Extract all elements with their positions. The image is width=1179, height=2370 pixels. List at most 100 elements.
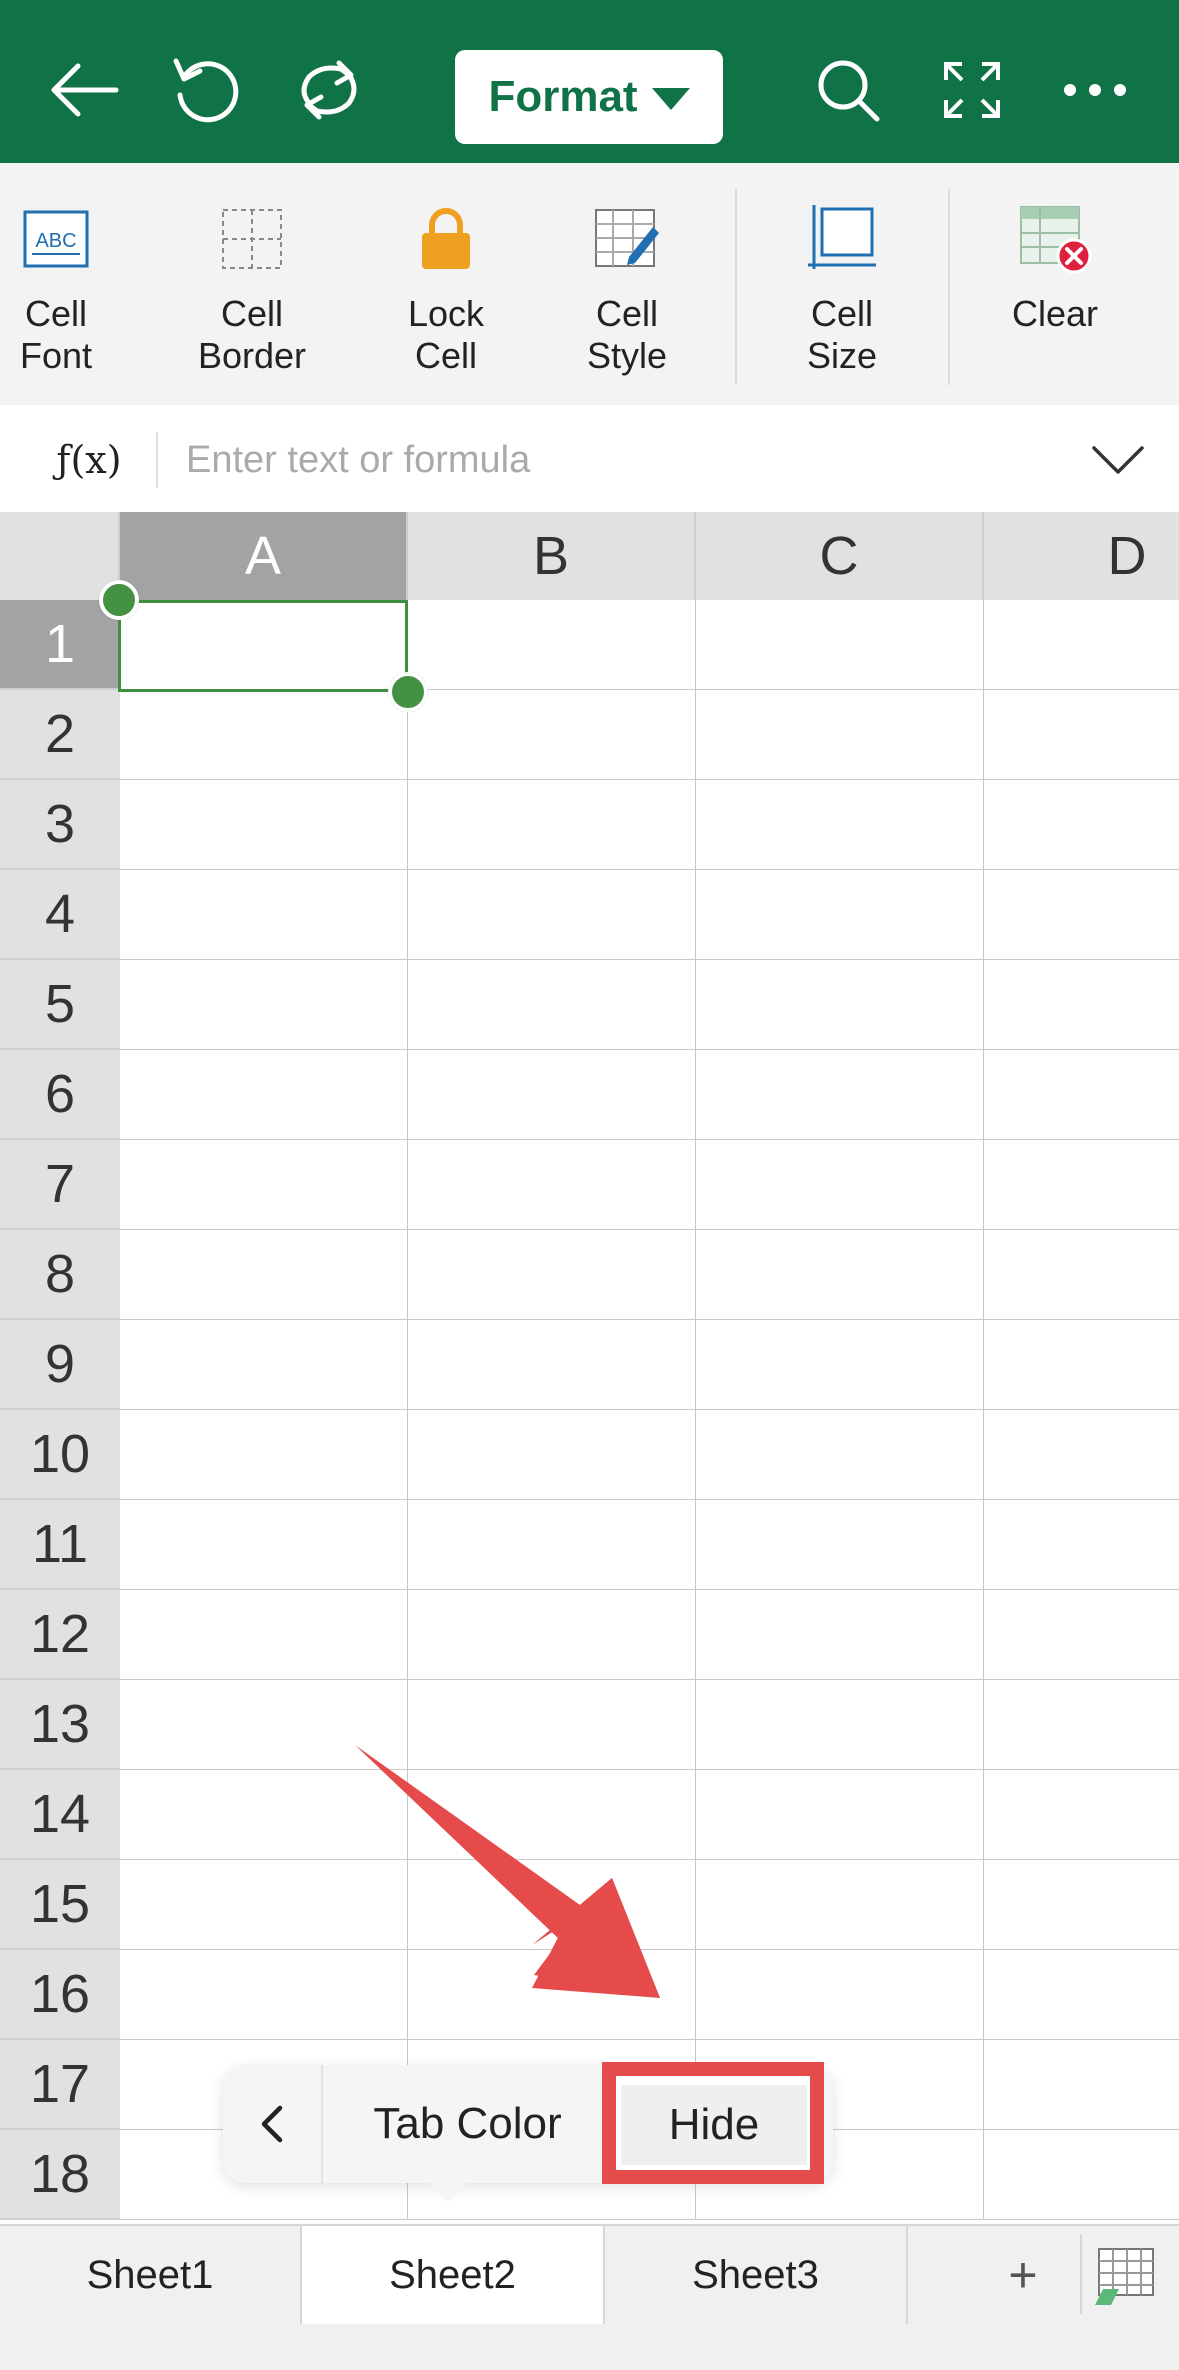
cell-b4[interactable] [408, 870, 696, 960]
cell-d17[interactable] [984, 2040, 1179, 2130]
cell-c9[interactable] [696, 1320, 984, 1410]
undo-icon[interactable] [165, 50, 245, 130]
cell-size-button[interactable]: Cell Size [757, 199, 927, 377]
sheet-tab-sheet3[interactable]: Sheet3 [605, 2226, 908, 2324]
row-header-12[interactable]: 12 [0, 1590, 120, 1680]
cell-c16[interactable] [696, 1950, 984, 2040]
cell-a4[interactable] [120, 870, 408, 960]
cell-d10[interactable] [984, 1410, 1179, 1500]
cell-d9[interactable] [984, 1320, 1179, 1410]
cell-d13[interactable] [984, 1680, 1179, 1770]
format-menu-button[interactable]: Format [455, 50, 723, 144]
cell-d12[interactable] [984, 1590, 1179, 1680]
row-header-6[interactable]: 6 [0, 1050, 120, 1140]
cell-d1[interactable] [984, 600, 1179, 690]
row-header-13[interactable]: 13 [0, 1680, 120, 1770]
cell-b5[interactable] [408, 960, 696, 1050]
cell-d4[interactable] [984, 870, 1179, 960]
cell-d8[interactable] [984, 1230, 1179, 1320]
cell-c7[interactable] [696, 1140, 984, 1230]
cell-a9[interactable] [120, 1320, 408, 1410]
cell-a11[interactable] [120, 1500, 408, 1590]
row-header-15[interactable]: 15 [0, 1860, 120, 1950]
chevron-down-icon[interactable] [1088, 432, 1148, 488]
column-header-b[interactable]: B [408, 512, 696, 600]
cell-b3[interactable] [408, 780, 696, 870]
cell-d11[interactable] [984, 1500, 1179, 1590]
cell-a10[interactable] [120, 1410, 408, 1500]
column-header-c[interactable]: C [696, 512, 984, 600]
fullscreen-icon[interactable] [932, 50, 1012, 130]
cell-b6[interactable] [408, 1050, 696, 1140]
cell-a3[interactable] [120, 780, 408, 870]
cell-font-button[interactable]: ABC Cell Font [0, 199, 141, 377]
more-icon[interactable] [1055, 50, 1135, 130]
cell-a8[interactable] [120, 1230, 408, 1320]
cell-b8[interactable] [408, 1230, 696, 1320]
cell-d3[interactable] [984, 780, 1179, 870]
row-header-11[interactable]: 11 [0, 1500, 120, 1590]
cell-c11[interactable] [696, 1500, 984, 1590]
clear-button[interactable]: Clear [970, 199, 1140, 335]
cell-border-button[interactable]: Cell Border [167, 199, 337, 377]
cell-b10[interactable] [408, 1410, 696, 1500]
cell-c13[interactable] [696, 1680, 984, 1770]
row-header-9[interactable]: 9 [0, 1320, 120, 1410]
row-header-2[interactable]: 2 [0, 690, 120, 780]
cell-b7[interactable] [408, 1140, 696, 1230]
cell-a5[interactable] [120, 960, 408, 1050]
cell-a16[interactable] [120, 1950, 408, 2040]
cell-a12[interactable] [120, 1590, 408, 1680]
cell-b11[interactable] [408, 1500, 696, 1590]
cell-b2[interactable] [408, 690, 696, 780]
grid-keyboard-icon[interactable] [1085, 2236, 1165, 2316]
cell-a2[interactable] [120, 690, 408, 780]
cell-c3[interactable] [696, 780, 984, 870]
cell-a15[interactable] [120, 1860, 408, 1950]
row-header-5[interactable]: 5 [0, 960, 120, 1050]
lock-cell-button[interactable]: Lock Cell [361, 199, 531, 377]
sheet-tab-sheet1[interactable]: Sheet1 [0, 2226, 302, 2324]
cell-d16[interactable] [984, 1950, 1179, 2040]
cell-d2[interactable] [984, 690, 1179, 780]
row-header-10[interactable]: 10 [0, 1410, 120, 1500]
spreadsheet-grid[interactable]: A B C D 1 2 3 4 5 6 7 8 9 10 11 12 13 14 15 16 17 18 [0, 512, 1179, 2224]
selection-handle-bottom-right[interactable] [388, 672, 428, 712]
cell-d15[interactable] [984, 1860, 1179, 1950]
column-header-d[interactable]: D [984, 512, 1179, 600]
back-arrow-icon[interactable] [44, 50, 124, 130]
cell-c1[interactable] [696, 600, 984, 690]
cell-c10[interactable] [696, 1410, 984, 1500]
row-header-16[interactable]: 16 [0, 1950, 120, 2040]
cell-c12[interactable] [696, 1590, 984, 1680]
cell-c14[interactable] [696, 1770, 984, 1860]
column-header-a[interactable]: A [120, 512, 408, 600]
row-header-18[interactable]: 18 [0, 2130, 120, 2220]
select-all-corner[interactable] [0, 512, 120, 600]
row-header-4[interactable]: 4 [0, 870, 120, 960]
cell-b14[interactable] [408, 1770, 696, 1860]
cell-c15[interactable] [696, 1860, 984, 1950]
cell-b16[interactable] [408, 1950, 696, 2040]
row-header-3[interactable]: 3 [0, 780, 120, 870]
tab-color-menu-item[interactable]: Tab Color [325, 2065, 610, 2183]
row-header-14[interactable]: 14 [0, 1770, 120, 1860]
cell-b13[interactable] [408, 1680, 696, 1770]
row-header-8[interactable]: 8 [0, 1230, 120, 1320]
search-icon[interactable] [808, 50, 888, 130]
cell-c4[interactable] [696, 870, 984, 960]
cell-d18[interactable] [984, 2130, 1179, 2220]
cell-c5[interactable] [696, 960, 984, 1050]
redo-icon[interactable] [289, 50, 369, 130]
row-header-7[interactable]: 7 [0, 1140, 120, 1230]
cell-c8[interactable] [696, 1230, 984, 1320]
hide-menu-item[interactable]: Hide [621, 2085, 807, 2165]
sheet-tab-sheet2[interactable]: Sheet2 [302, 2226, 605, 2324]
cell-d7[interactable] [984, 1140, 1179, 1230]
cell-c2[interactable] [696, 690, 984, 780]
cell-a14[interactable] [120, 1770, 408, 1860]
cell-a6[interactable] [120, 1050, 408, 1140]
cell-b12[interactable] [408, 1590, 696, 1680]
row-header-17[interactable]: 17 [0, 2040, 120, 2130]
function-icon[interactable]: ƒ(x) [22, 418, 156, 502]
